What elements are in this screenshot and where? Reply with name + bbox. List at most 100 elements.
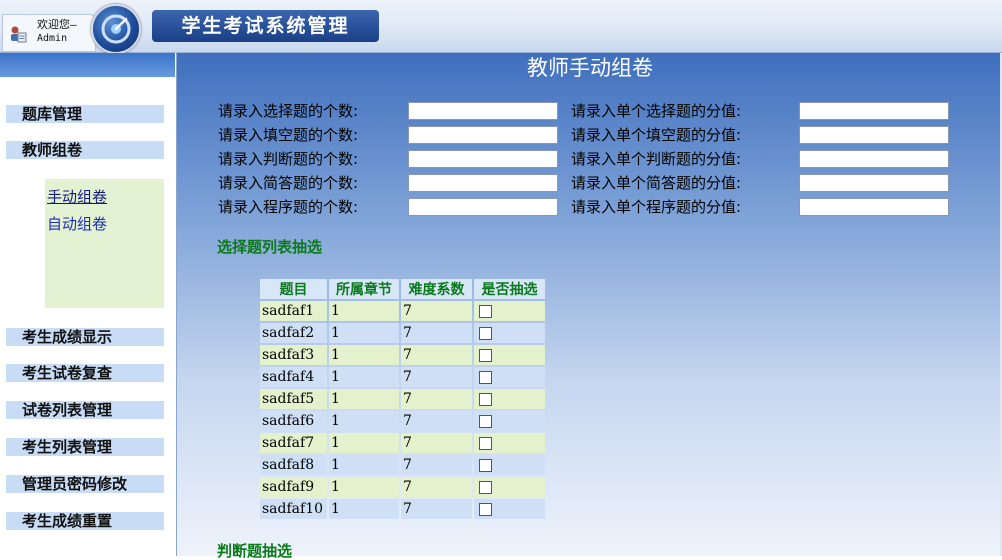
label-fill-count: 请录入填空题的个数:	[218, 126, 359, 144]
logo-icon	[91, 4, 141, 54]
cell-difficulty: 7	[401, 499, 472, 519]
judge-score-input[interactable]	[799, 150, 949, 168]
cell-title: sadfaf9	[260, 477, 327, 497]
top-header: 欢迎您— Admin 学生考试系统管理	[0, 0, 1002, 54]
cell-difficulty: 7	[401, 389, 472, 409]
label-short-count: 请录入简答题的个数:	[218, 174, 359, 192]
cell-title: sadfaf8	[260, 455, 327, 475]
program-score-input[interactable]	[799, 198, 949, 216]
program-count-input[interactable]	[408, 198, 558, 216]
page-title: 教师手动组卷	[527, 56, 653, 80]
cell-difficulty: 7	[401, 433, 472, 453]
select-checkbox[interactable]	[479, 348, 492, 362]
cell-difficulty: 7	[401, 455, 472, 475]
cell-title: sadfaf6	[260, 411, 327, 431]
label-judge-count: 请录入判断题的个数:	[218, 150, 359, 168]
sidebar-item-paper-review[interactable]: 考生试卷复查	[6, 364, 164, 382]
select-checkbox[interactable]	[479, 502, 492, 516]
table-row: sadfaf10 1 7	[260, 499, 545, 519]
username: Admin	[37, 33, 68, 44]
cell-title: sadfaf10	[260, 499, 327, 519]
header-title: 题目	[260, 279, 327, 299]
sidebar-item-paper-list[interactable]: 试卷列表管理	[6, 401, 164, 419]
cell-chapter: 1	[329, 389, 399, 409]
cell-select	[474, 323, 545, 343]
user-icon	[11, 26, 27, 43]
table-row: sadfaf4 1 7	[260, 367, 545, 387]
section-choice-list: 选择题列表抽选	[217, 238, 323, 256]
cell-select	[474, 345, 545, 365]
cell-title: sadfaf3	[260, 345, 327, 365]
table-header-row: 题目 所属章节 难度系数 是否抽选	[260, 279, 545, 299]
fill-score-input[interactable]	[799, 126, 949, 144]
cell-chapter: 1	[329, 477, 399, 497]
select-checkbox[interactable]	[479, 326, 492, 340]
select-checkbox[interactable]	[479, 392, 492, 406]
short-count-input[interactable]	[408, 174, 558, 192]
select-checkbox[interactable]	[479, 458, 492, 472]
logo-ring-icon	[101, 14, 131, 44]
sidebar-item-score-display[interactable]: 考生成绩显示	[6, 328, 164, 346]
welcome-label: 欢迎您—	[37, 18, 77, 31]
cell-chapter: 1	[329, 323, 399, 343]
table-row: sadfaf9 1 7	[260, 477, 545, 497]
label-fill-score: 请录入单个填空题的分值:	[571, 126, 742, 144]
cell-difficulty: 7	[401, 477, 472, 497]
cell-chapter: 1	[329, 499, 399, 519]
label-choice-score: 请录入单个选择题的分值:	[571, 102, 742, 120]
submenu-manual-compose[interactable]: 手动组卷	[47, 188, 107, 206]
cell-difficulty: 7	[401, 411, 472, 431]
sidebar-item-compose-paper[interactable]: 教师组卷	[6, 141, 164, 159]
cell-chapter: 1	[329, 411, 399, 431]
label-program-count: 请录入程序题的个数:	[218, 198, 359, 216]
label-choice-count: 请录入选择题的个数:	[218, 102, 359, 120]
choice-count-input[interactable]	[408, 102, 558, 120]
select-checkbox[interactable]	[479, 304, 492, 318]
sidebar-submenu: 手动组卷 自动组卷	[45, 179, 164, 308]
select-checkbox[interactable]	[479, 414, 492, 428]
cell-chapter: 1	[329, 367, 399, 387]
cell-select	[474, 411, 545, 431]
cell-chapter: 1	[329, 345, 399, 365]
table-row: sadfaf7 1 7	[260, 433, 545, 453]
main-panel: 教师手动组卷 请录入选择题的个数: 请录入填空题的个数: 请录入判断题的个数: …	[176, 53, 1002, 560]
cell-difficulty: 7	[401, 345, 472, 365]
cell-difficulty: 7	[401, 323, 472, 343]
submenu-auto-compose[interactable]: 自动组卷	[47, 215, 107, 233]
sidebar-item-question-bank[interactable]: 题库管理	[6, 105, 164, 123]
fill-count-input[interactable]	[408, 126, 558, 144]
label-program-score: 请录入单个程序题的分值:	[571, 198, 742, 216]
sidebar-item-admin-password[interactable]: 管理员密码修改	[6, 475, 164, 493]
cell-select	[474, 477, 545, 497]
select-checkbox[interactable]	[479, 436, 492, 450]
cell-title: sadfaf5	[260, 389, 327, 409]
cell-difficulty: 7	[401, 367, 472, 387]
label-short-score: 请录入单个简答题的分值:	[571, 174, 742, 192]
table-row: sadfaf1 1 7	[260, 301, 545, 321]
cell-select	[474, 301, 545, 321]
sidebar-header-bar	[0, 53, 175, 77]
cell-select	[474, 433, 545, 453]
short-score-input[interactable]	[799, 174, 949, 192]
table-row: sadfaf2 1 7	[260, 323, 545, 343]
welcome-text: 欢迎您— Admin	[37, 18, 77, 46]
section-judge-list: 判断题抽选	[217, 542, 293, 560]
cell-title: sadfaf1	[260, 301, 327, 321]
select-checkbox[interactable]	[479, 370, 492, 384]
header-difficulty: 难度系数	[401, 279, 472, 299]
cell-select	[474, 389, 545, 409]
table-row: sadfaf5 1 7	[260, 389, 545, 409]
cell-title: sadfaf7	[260, 433, 327, 453]
table-row: sadfaf8 1 7	[260, 455, 545, 475]
select-checkbox[interactable]	[479, 480, 492, 494]
welcome-panel: 欢迎您— Admin	[2, 14, 96, 52]
cell-title: sadfaf4	[260, 367, 327, 387]
sidebar-item-score-reset[interactable]: 考生成绩重置	[6, 512, 164, 530]
table-body: sadfaf1 1 7 sadfaf2 1 7 sadfaf3 1 7 sadfaf4 1 7 sadf…	[260, 301, 545, 519]
judge-count-input[interactable]	[408, 150, 558, 168]
sidebar-item-student-list[interactable]: 考生列表管理	[6, 438, 164, 456]
choice-score-input[interactable]	[799, 102, 949, 120]
cell-select	[474, 499, 545, 519]
question-table: 题目 所属章节 难度系数 是否抽选 sadfaf1 1 7 sadfaf2 1 7 sadf…	[258, 277, 547, 521]
cell-chapter: 1	[329, 433, 399, 453]
